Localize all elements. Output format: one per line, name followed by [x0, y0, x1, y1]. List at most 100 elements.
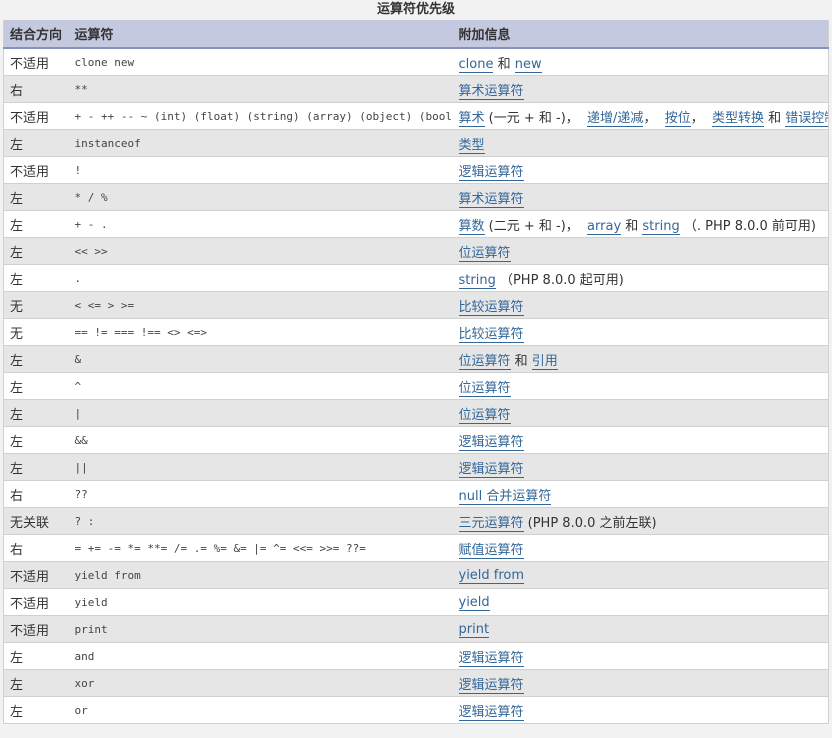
table-row: 左 << >> 位运算符 [3, 237, 829, 265]
doc-link[interactable]: new [514, 56, 542, 73]
doc-link[interactable]: 位运算符 [458, 353, 511, 370]
doc-link[interactable]: 类型 [458, 137, 485, 154]
doc-link[interactable]: 赋值运算符 [458, 542, 524, 559]
doc-link[interactable]: 引用 [531, 353, 558, 370]
table-row: 左 ^ 位运算符 [3, 372, 829, 400]
doc-link[interactable]: 逻辑运算符 [458, 677, 524, 694]
operator-precedence-table: 结合方向 运算符 附加信息 不适用 clone new clone 和 new 右 **… [3, 20, 829, 724]
doc-link[interactable]: yield [458, 594, 490, 611]
table-row: 不适用 yield yield [3, 588, 829, 616]
doc-link[interactable]: 位运算符 [458, 407, 511, 424]
operator-cell: & [68, 345, 453, 373]
info-cell: 比较运算符 [452, 291, 829, 319]
associativity-cell: 不适用 [3, 588, 69, 616]
operator-cell: == != === !== <> <=> [68, 318, 453, 346]
operator-cell: + - ++ -- ~ (int) (float) (string) (arra… [68, 102, 453, 130]
associativity-cell: 左 [3, 237, 69, 265]
operator-cell: instanceof [68, 129, 453, 157]
doc-link[interactable]: 算术运算符 [458, 83, 524, 100]
table-row: 不适用 print print [3, 615, 829, 643]
table-row: 右 = += -= *= **= /= .= %= &= |= ^= <<= >>… [3, 534, 829, 562]
associativity-cell: 左 [3, 642, 69, 670]
doc-link[interactable]: 错误控制 [785, 110, 829, 127]
info-cell: 算术 (一元 + 和 -)， 递增/递减， 按位， 类型转换 和 错误控制 [452, 102, 829, 130]
doc-link[interactable]: 类型转换 [711, 110, 764, 127]
doc-link[interactable]: null 合并运算符 [458, 488, 552, 505]
info-text: 和 [493, 56, 515, 72]
doc-link[interactable]: yield from [458, 567, 525, 584]
info-cell: 逻辑运算符 [452, 642, 829, 670]
operator-cell: || [68, 453, 453, 481]
table-row: 不适用 clone new clone 和 new [3, 47, 829, 76]
doc-link[interactable]: 算术运算符 [458, 191, 524, 208]
doc-link[interactable]: string [458, 272, 496, 289]
table-row: 左 && 逻辑运算符 [3, 426, 829, 454]
doc-link[interactable]: print [458, 621, 490, 638]
associativity-cell: 无 [3, 291, 69, 319]
info-cell: 位运算符 [452, 237, 829, 265]
table-row: 左 + - . 算数 (二元 + 和 -)， array 和 string （. P… [3, 210, 829, 238]
doc-link[interactable]: array [587, 218, 622, 235]
doc-link[interactable]: 逻辑运算符 [458, 650, 524, 667]
info-text: ， [690, 110, 712, 126]
table-row: 无关联? : 三元运算符 (PHP 8.0.0 之前左联) [3, 507, 829, 535]
doc-link[interactable]: 算数 [458, 218, 485, 235]
info-text: 和 [510, 353, 532, 369]
doc-link[interactable]: string [642, 218, 680, 235]
operator-cell: yield [68, 588, 453, 616]
table-row: 右 ** 算术运算符 [3, 75, 829, 103]
operator-cell: ** [68, 75, 453, 103]
operator-cell: yield from [68, 561, 453, 589]
table-row: 右?? null 合并运算符 [3, 480, 829, 508]
doc-link[interactable]: 比较运算符 [458, 299, 524, 316]
associativity-cell: 不适用 [3, 561, 69, 589]
precedence-table-container: 运算符优先级 结合方向 运算符 附加信息 不适用 clone new clone 和… [0, 0, 829, 724]
operator-cell: . [68, 264, 453, 292]
doc-link[interactable]: 逻辑运算符 [458, 164, 524, 181]
associativity-cell: 不适用 [3, 47, 69, 76]
operator-cell: ? : [68, 507, 453, 535]
info-text: (二元 + 和 -)， [484, 218, 588, 234]
operator-cell: * / % [68, 183, 453, 211]
operator-cell: < <= > >= [68, 291, 453, 319]
header-operator: 运算符 [68, 20, 453, 49]
table-row: 不适用 + - ++ -- ~ (int) (float) (string) (a… [3, 102, 829, 130]
table-header-row: 结合方向 运算符 附加信息 [3, 20, 829, 49]
operator-cell: print [68, 615, 453, 643]
info-cell: 逻辑运算符 [452, 669, 829, 697]
info-text: (一元 + 和 -)， [484, 110, 588, 126]
doc-link[interactable]: 按位 [664, 110, 691, 127]
operator-cell: or [68, 696, 453, 724]
doc-link[interactable]: 算术 [458, 110, 485, 127]
doc-link[interactable]: 递增/递减 [587, 110, 644, 127]
operator-cell: << >> [68, 237, 453, 265]
info-cell: 位运算符 [452, 372, 829, 400]
table-row: 无 < <= > >= 比较运算符 [3, 291, 829, 319]
associativity-cell: 左 [3, 345, 69, 373]
associativity-cell: 左 [3, 183, 69, 211]
associativity-cell: 左 [3, 372, 69, 400]
header-additional-info: 附加信息 [452, 20, 829, 49]
doc-link[interactable]: 逻辑运算符 [458, 704, 524, 721]
doc-link[interactable]: 位运算符 [458, 245, 511, 262]
doc-link[interactable]: 三元运算符 [458, 515, 524, 532]
info-cell: 比较运算符 [452, 318, 829, 346]
info-cell: clone 和 new [452, 47, 829, 76]
operator-cell: = += -= *= **= /= .= %= &= |= ^= <<= >>=… [68, 534, 453, 562]
info-text: （. PHP 8.0.0 前可用) [679, 218, 816, 234]
info-cell: 算数 (二元 + 和 -)， array 和 string （. PHP 8.0… [452, 210, 829, 238]
info-text: 和 [764, 110, 786, 126]
associativity-cell: 左 [3, 210, 69, 238]
info-text: ， [643, 110, 665, 126]
operator-cell: ! [68, 156, 453, 184]
info-cell: 逻辑运算符 [452, 453, 829, 481]
doc-link[interactable]: clone [458, 56, 494, 73]
info-cell: 位运算符 和 引用 [452, 345, 829, 373]
doc-link[interactable]: 比较运算符 [458, 326, 524, 343]
associativity-cell: 无关联 [3, 507, 69, 535]
doc-link[interactable]: 逻辑运算符 [458, 461, 524, 478]
table-row: 左. string （PHP 8.0.0 起可用) [3, 264, 829, 292]
doc-link[interactable]: 逻辑运算符 [458, 434, 524, 451]
table-caption: 运算符优先级 [376, 2, 455, 17]
doc-link[interactable]: 位运算符 [458, 380, 511, 397]
